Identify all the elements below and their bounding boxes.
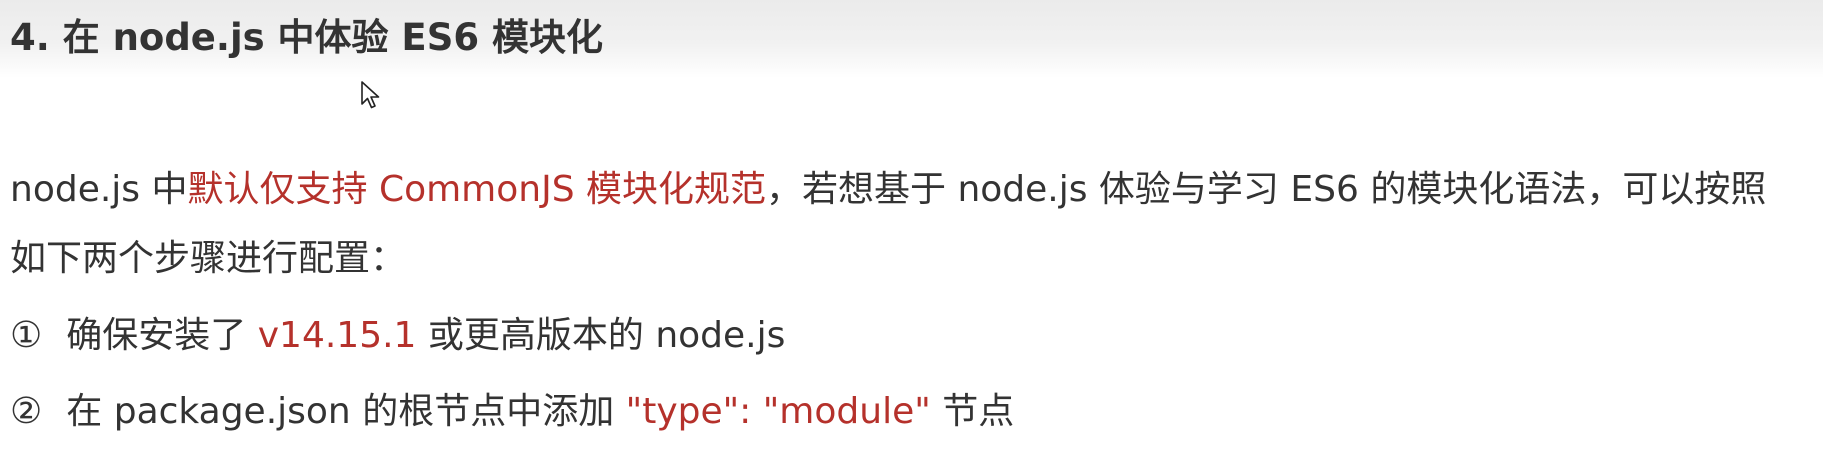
intro-highlight: 默认仅支持 CommonJS 模块化规范 bbox=[187, 169, 767, 210]
step-2-text-end: 节点 bbox=[930, 391, 1015, 432]
intro-line-2: 如下两个步骤进行配置： bbox=[10, 238, 407, 279]
intro-line-1: node.js 中默认仅支持 CommonJS 模块化规范，若想基于 node.… bbox=[10, 162, 1766, 218]
intro-text-start: node.js 中 bbox=[10, 169, 188, 210]
step-item-2: ② 在 package.json 的根节点中添加 "type": "module"… bbox=[10, 384, 1014, 440]
step-1-text-end: 或更高版本的 node.js bbox=[416, 315, 786, 356]
step-2-text-start: 在 package.json 的根节点中添加 bbox=[66, 391, 626, 432]
mouse-pointer-icon bbox=[361, 81, 380, 109]
step-1-text-start: 确保安装了 bbox=[66, 315, 258, 356]
intro-text-end: ，若想基于 node.js 体验与学习 ES6 的模块化语法，可以按照 bbox=[766, 169, 1767, 210]
step-2-marker: ② bbox=[10, 391, 43, 432]
step-2-highlight: "type": "module" bbox=[625, 391, 931, 432]
step-1-marker: ① bbox=[10, 315, 43, 356]
section-heading: 4. 在 node.js 中体验 ES6 模块化 bbox=[10, 16, 603, 59]
step-1-highlight: v14.15.1 bbox=[257, 315, 417, 356]
step-item-1: ① 确保安装了 v14.15.1 或更高版本的 node.js bbox=[10, 308, 785, 364]
